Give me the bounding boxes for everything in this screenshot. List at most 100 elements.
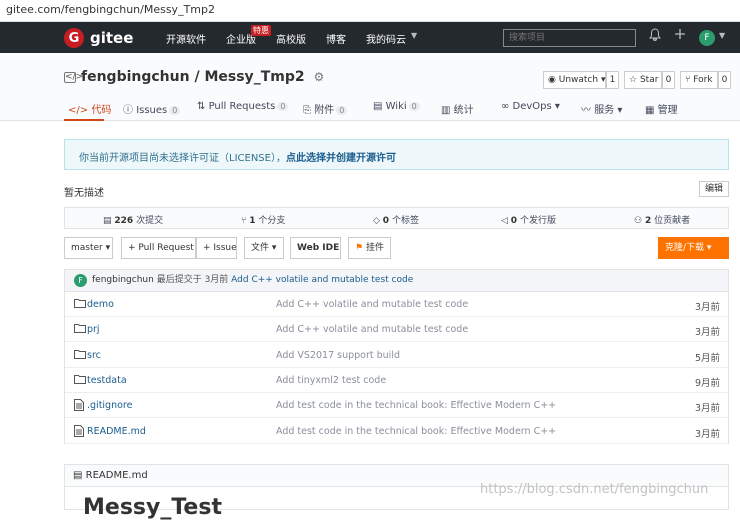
repo-name-link[interactable]: Messy_Tmp2 (204, 69, 304, 85)
unwatch-button[interactable]: ◉ Unwatch ▾ (543, 71, 606, 89)
edit-description-button[interactable]: 编辑 (699, 181, 730, 197)
gitee-logo[interactable]: G gitee (64, 27, 133, 49)
file-row[interactable]: src Add VS2017 support build 5月前 (65, 343, 728, 368)
fork-label: Fork (693, 75, 713, 85)
nav-my-gitee[interactable]: 我的码云 (366, 31, 406, 46)
file-row[interactable]: README.md Add test code in the technical … (65, 419, 728, 444)
file-commit-time: 9月前 (694, 377, 720, 389)
tab-attachments-count: 0 (336, 106, 348, 115)
star-count[interactable]: 0 (662, 71, 675, 89)
gitee-logo-text: gitee (90, 29, 134, 47)
stat-releases-value: 0 (510, 216, 518, 226)
search-input[interactable] (503, 29, 636, 47)
stat-releases-label: 个发行版 (519, 216, 556, 226)
pull-request-icon: ⇅ (197, 101, 206, 112)
stat-contributors-value: 2 (644, 216, 652, 226)
file-commit-message[interactable]: Add test code in the technical book: Eff… (276, 400, 556, 411)
file-commit-time: 3月前 (694, 403, 720, 415)
folder-icon (74, 374, 86, 384)
file-commit-time: 3月前 (694, 327, 720, 339)
infinity-icon: ∞ (501, 101, 510, 112)
chevron-down-icon: ▼ (719, 31, 726, 40)
tab-code[interactable]: </> 代码 (68, 101, 111, 116)
tab-statistics-label: 统计 (453, 105, 474, 116)
file-commit-message[interactable]: Add C++ volatile and mutable test code (276, 324, 468, 335)
unwatch-count[interactable]: 1 (606, 71, 619, 89)
file-commit-message[interactable]: Add tinyxml2 test code (276, 375, 386, 386)
stat-releases[interactable]: ◁ 0 个发行版 (501, 213, 556, 226)
web-ide-button[interactable]: Web IDE (290, 237, 341, 259)
widget-button[interactable]: ⚑ 挂件 (348, 237, 391, 259)
tab-manage-label: 管理 (657, 105, 678, 116)
file-name-link[interactable]: testdata (87, 375, 127, 386)
file-name-link[interactable]: .gitignore (87, 400, 132, 411)
star-button[interactable]: ☆ Star (624, 71, 662, 89)
clone-download-button[interactable]: 克隆/下载 ▾ (658, 237, 729, 259)
file-commit-time: 5月前 (694, 352, 720, 364)
nav-open-source[interactable]: 开源软件 (166, 31, 206, 46)
tab-attachments[interactable]: ⎘ 附件 0 (303, 101, 348, 116)
tab-statistics[interactable]: ▥ 统计 (441, 101, 474, 116)
file-name-link[interactable]: README.md (87, 426, 146, 437)
tab-services[interactable]: 〰 服务 ▾ (581, 101, 622, 116)
bookmark-icon: ⚑ (355, 243, 364, 253)
commit-message-link[interactable]: Add C++ volatile and mutable test code (231, 275, 413, 285)
tab-devops[interactable]: ∞ DevOps ▾ (501, 101, 560, 112)
chevron-down-icon: ▾ (271, 243, 277, 253)
new-issue-button[interactable]: + Issue (196, 237, 237, 259)
chevron-down-icon: ▾ (554, 101, 560, 112)
tab-manage[interactable]: ▦ 管理 (645, 101, 678, 116)
code-repo-icon: </> (64, 72, 84, 83)
watermark: https://blog.csdn.net/fengbingchun (480, 482, 709, 497)
bell-icon[interactable] (649, 28, 661, 45)
commit-author[interactable]: fengbingchun (92, 275, 154, 285)
repo-owner-link[interactable]: fengbingchun (81, 69, 190, 85)
file-menu-button[interactable]: 文件 ▾ (244, 237, 284, 259)
fork-count[interactable]: 0 (718, 71, 731, 89)
file-commit-message[interactable]: Add C++ volatile and mutable test code (276, 299, 468, 310)
file-name-link[interactable]: demo (87, 299, 114, 310)
eye-icon: ◉ (548, 75, 556, 85)
chevron-down-icon: ▾ (617, 105, 623, 116)
commit-author-avatar[interactable]: F (74, 274, 87, 287)
create-license-link[interactable]: 点此选择并创建开源许可 (286, 153, 396, 164)
file-icon: ▤ (73, 470, 83, 481)
user-avatar[interactable]: F (699, 30, 715, 46)
stat-branches-value: 1 (249, 216, 256, 226)
branch-select[interactable]: master ▾ (64, 237, 113, 259)
unwatch-label: Unwatch (558, 75, 599, 85)
file-row[interactable]: .gitignore Add test code in the technical… (65, 393, 728, 419)
tab-issues[interactable]: ⓘ Issues 0 (123, 101, 181, 116)
contributors-icon: ⚇ (634, 216, 643, 226)
paperclip-icon: ⎘ (303, 105, 311, 116)
chevron-down-icon: ▼ (411, 31, 418, 40)
tab-pull-requests[interactable]: ⇅ Pull Requests 0 (197, 101, 289, 112)
fork-button[interactable]: ⑂ Fork (680, 71, 718, 89)
file-list: demo Add C++ volatile and mutable test co… (64, 292, 729, 444)
file-row[interactable]: testdata Add tinyxml2 test code 9月前 (65, 368, 728, 393)
address-bar[interactable]: gitee.com/fengbingchun/Messy_Tmp2 (0, 0, 740, 22)
file-commit-message[interactable]: Add VS2017 support build (276, 350, 400, 361)
last-commit-bar: F fengbingchun 最后提交于 3月前 Add C++ volatil… (64, 269, 729, 292)
promo-badge: 特惠 (251, 25, 271, 36)
tab-pr-label: Pull Requests (208, 101, 276, 112)
stat-contributors[interactable]: ⚇ 2 位贡献者 (634, 213, 690, 226)
plus-icon[interactable] (674, 28, 686, 44)
file-row[interactable]: prj Add C++ volatile and mutable test cod… (65, 317, 728, 343)
file-name-link[interactable]: prj (87, 324, 100, 335)
manage-icon: ▦ (645, 105, 655, 116)
file-name-link[interactable]: src (87, 350, 101, 361)
file-row[interactable]: demo Add C++ volatile and mutable test co… (65, 292, 728, 317)
file-commit-message[interactable]: Add test code in the technical book: Eff… (276, 426, 556, 437)
settings-gear-icon[interactable]: ⚙ (313, 70, 324, 84)
file-commit-time: 3月前 (694, 428, 720, 440)
stat-branches[interactable]: ⑂ 1 个分支 (241, 213, 285, 226)
nav-blog[interactable]: 博客 (326, 31, 346, 46)
stat-tags[interactable]: ◇ 0 个标签 (373, 213, 419, 226)
new-pull-request-button[interactable]: + Pull Request (121, 237, 196, 259)
tab-wiki[interactable]: ▤ Wiki 0 (373, 101, 420, 112)
readme-title: README.md (85, 470, 148, 481)
stat-commits[interactable]: ▤ 226 次提交 (103, 213, 163, 226)
commit-icon: ▤ (103, 216, 112, 226)
nav-education[interactable]: 高校版 (276, 31, 306, 46)
